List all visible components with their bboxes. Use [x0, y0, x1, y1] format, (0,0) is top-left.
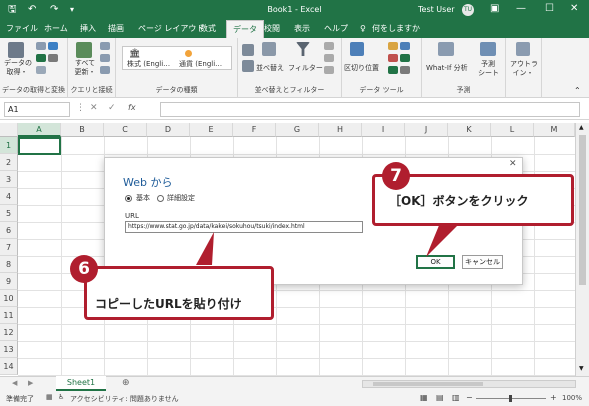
callout-6-text: コピーしたURLを貼り付け: [95, 297, 242, 311]
callout-7-pointer: [426, 223, 460, 257]
callout-7-text: ［OK］ボタンをクリック: [389, 194, 529, 208]
step-6-badge: 6: [70, 255, 98, 283]
callout-6-pointer: [196, 232, 214, 265]
callout-step-6: コピーしたURLを貼り付け: [84, 266, 274, 320]
step-7-badge: 7: [382, 162, 410, 190]
